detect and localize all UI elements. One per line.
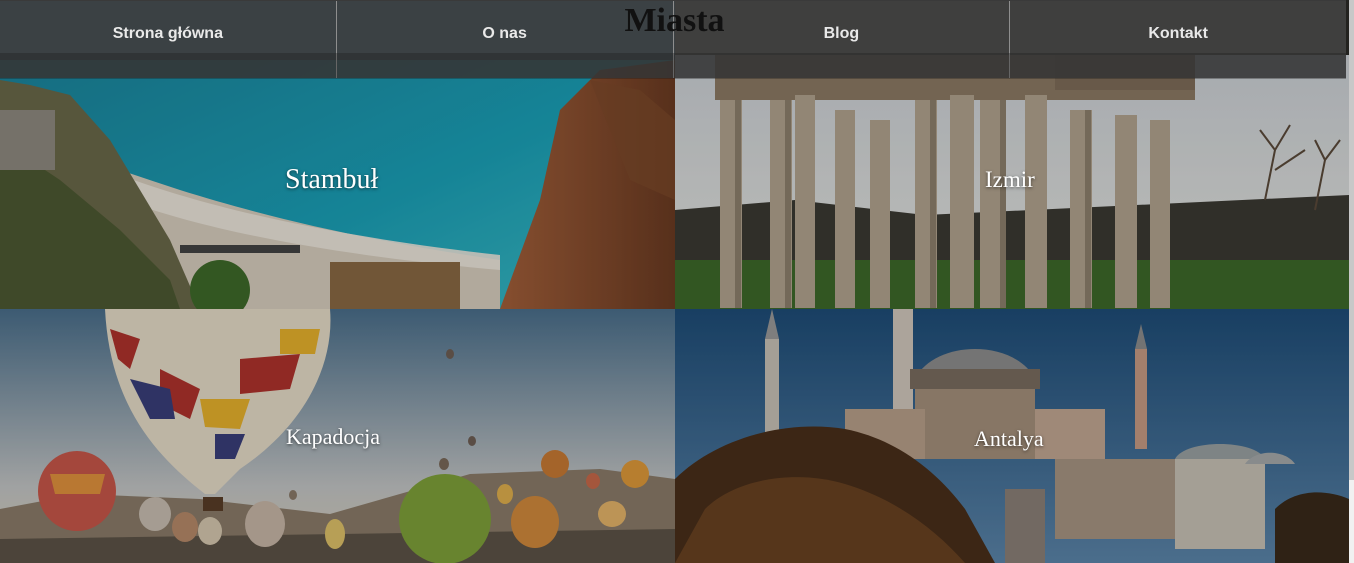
city-label-antalya[interactable]: Antalya — [974, 426, 1044, 452]
main-nav: Strona główna O nas Blog Kontakt — [0, 0, 1346, 79]
city-tile-kapadocja[interactable]: Kapadocja — [0, 309, 675, 563]
nav-item-label: Strona główna — [112, 25, 223, 42]
nav-item-home[interactable]: Strona główna — [0, 1, 337, 78]
page: Stambuł Izmir Kapadocja Antalya Strona g… — [0, 0, 1354, 563]
nav-item-label: O nas — [482, 25, 527, 42]
nav-item-label: Blog — [823, 25, 860, 42]
nav-item-contact[interactable]: Kontakt — [1010, 1, 1346, 78]
city-label-izmir[interactable]: Izmir — [985, 167, 1035, 193]
city-label-stambul[interactable]: Stambuł — [285, 164, 378, 196]
nav-item-about[interactable]: O nas — [337, 1, 674, 78]
city-grid: Stambuł Izmir Kapadocja Antalya — [0, 0, 1349, 563]
nav-item-label: Kontakt — [1148, 25, 1208, 42]
nav-item-blog[interactable]: Blog — [674, 1, 1011, 78]
city-tile-antalya[interactable]: Antalya — [675, 309, 1349, 563]
city-label-kapadocja[interactable]: Kapadocja — [286, 424, 380, 450]
scrollbar-thumb[interactable] — [1349, 0, 1354, 480]
vertical-scrollbar[interactable] — [1349, 0, 1354, 563]
